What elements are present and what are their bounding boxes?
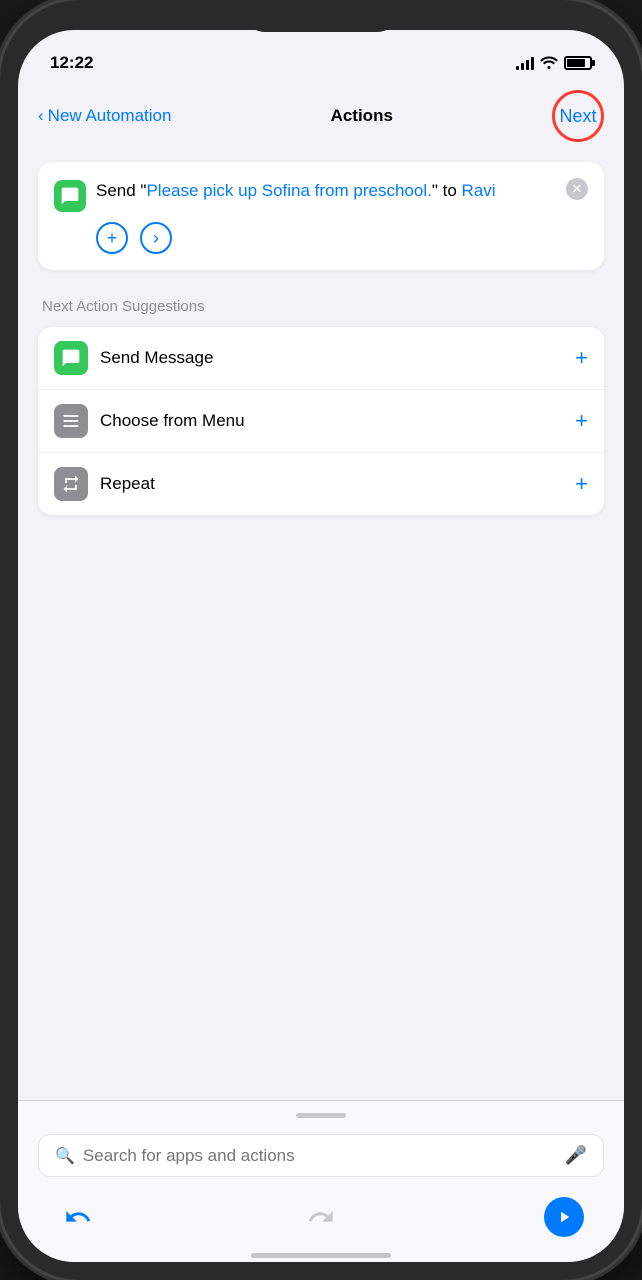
search-bar[interactable]: 🔍 🎤 [38,1134,604,1177]
phone-screen: 12:22 [18,30,624,1262]
plus-icon: + [107,228,118,249]
send-label: Send " [96,181,146,200]
page-title: Actions [331,106,393,126]
next-button[interactable]: Next [552,90,604,142]
home-indicator [251,1253,391,1258]
microphone-icon[interactable]: 🎤 [565,1145,587,1166]
add-field-button[interactable]: + [96,222,128,254]
status-bar: 12:22 [18,30,624,82]
main-content: Send "Please pick up Sofina from prescho… [18,150,624,1100]
suggestion-label-choose-from-menu: Choose from Menu [100,411,245,431]
status-time: 12:22 [50,53,93,73]
bottom-section: 🔍 🎤 [18,1100,624,1262]
close-button[interactable]: ✕ [566,178,588,200]
send-message-icon [54,341,88,375]
suggestions-list: Send Message + [38,327,604,515]
messages-app-icon [54,180,86,212]
search-icon: 🔍 [55,1146,75,1166]
content-area: Send "Please pick up Sofina from prescho… [18,150,624,527]
chevron-right-icon: › [153,228,159,249]
detail-button[interactable]: › [140,222,172,254]
play-button[interactable] [544,1197,584,1237]
signal-icon [516,56,534,70]
suggestion-left: Repeat [54,467,155,501]
suggestion-label-repeat: Repeat [100,474,155,494]
notch [241,0,401,32]
close-quote: " [432,181,443,200]
action-card-footer: + › [54,222,588,254]
choose-from-menu-icon [54,404,88,438]
nav-bar: ‹ New Automation Actions Next [18,82,624,150]
suggestions-title: Next Action Suggestions [38,298,604,315]
bottom-toolbar [18,1193,624,1249]
to-label: to [443,181,457,200]
action-card-header: Send "Please pick up Sofina from prescho… [54,178,588,212]
add-choose-from-menu-button[interactable]: + [575,408,588,434]
next-label: Next [559,106,596,127]
suggestion-left: Choose from Menu [54,404,245,438]
suggestion-item-choose-from-menu[interactable]: Choose from Menu + [38,390,604,453]
drag-handle [296,1113,346,1118]
wifi-icon [540,55,558,72]
redo-button[interactable] [301,1197,341,1237]
action-card-body: Send "Please pick up Sofina from prescho… [54,178,566,212]
battery-icon [564,56,592,70]
back-label: New Automation [48,106,172,126]
suggestion-item-send-message[interactable]: Send Message + [38,327,604,390]
action-description: Send "Please pick up Sofina from prescho… [96,178,566,204]
status-icons [516,55,592,72]
phone-frame: 12:22 [0,0,642,1280]
repeat-icon [54,467,88,501]
back-button[interactable]: ‹ New Automation [38,106,171,126]
message-text[interactable]: Please pick up Sofina from preschool. [146,181,431,200]
recipient-label[interactable]: Ravi [462,181,496,200]
suggestion-left: Send Message [54,341,213,375]
chevron-left-icon: ‹ [38,106,44,126]
add-send-message-button[interactable]: + [575,345,588,371]
suggestion-label-send-message: Send Message [100,348,213,368]
suggestion-item-repeat[interactable]: Repeat + [38,453,604,515]
add-repeat-button[interactable]: + [575,471,588,497]
search-input[interactable] [83,1146,557,1166]
undo-button[interactable] [58,1197,98,1237]
action-card: Send "Please pick up Sofina from prescho… [38,162,604,270]
